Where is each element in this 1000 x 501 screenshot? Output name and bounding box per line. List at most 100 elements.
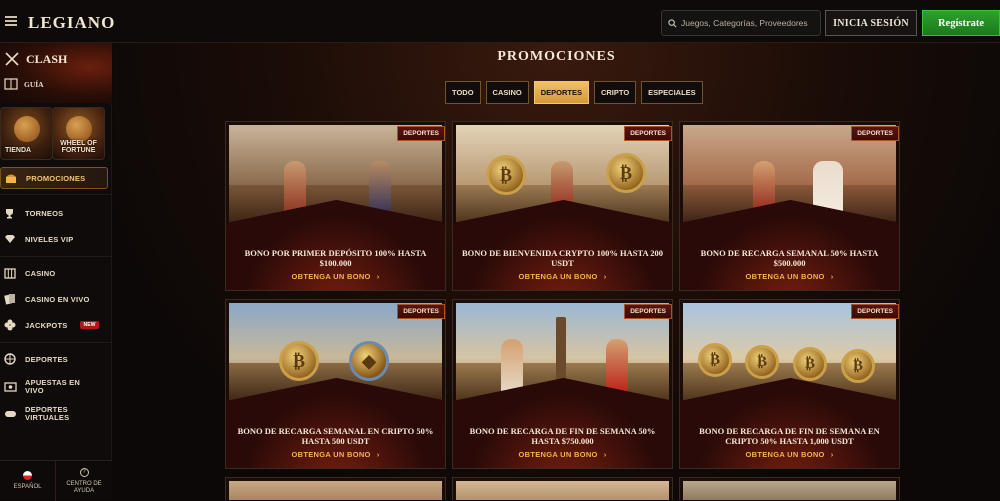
promo-card[interactable]: ₿ ◆ DEPORTES BONO DE RECARGA SEMANAL EN …	[225, 299, 446, 469]
search-box[interactable]	[661, 10, 821, 36]
sidebar-item-casino[interactable]: CASINO	[0, 262, 108, 284]
tab-especiales[interactable]: ESPECIALES	[641, 81, 703, 104]
tab-casino[interactable]: CASINO	[485, 81, 529, 104]
shop-tile-label: TIENDA	[5, 147, 32, 154]
live-bet-icon	[4, 380, 20, 394]
divider	[0, 256, 112, 257]
sidebar-item-label: CASINO	[25, 268, 56, 278]
wheel-of-fortune-tile[interactable]: WHEEL OF FORTUNE	[52, 107, 105, 160]
help-label: CENTRO DE AYUDA	[66, 480, 102, 494]
top-header: LEGIANO INICIA SESIÓN Regístrate	[0, 0, 1000, 43]
promo-title: BONO POR PRIMER DEPÓSITO 100% HASTA $100…	[244, 248, 427, 268]
wheel-tile-label: WHEEL OF FORTUNE	[60, 140, 97, 154]
guide-link[interactable]: GUÍA	[4, 78, 44, 90]
get-bonus-label: OBTENGA UN BONO	[518, 450, 598, 459]
clover-icon	[4, 318, 20, 332]
shop-basket-icon	[13, 116, 40, 142]
page-title: PROMOCIONES	[497, 49, 616, 64]
sidebar-item-label: CASINO EN VIVO	[25, 294, 90, 304]
trophy-icon	[4, 206, 20, 220]
sidebar-item-label: PROMOCIONES	[26, 173, 86, 183]
chevron-right-icon: ›	[603, 450, 607, 459]
filter-tabs: TODO CASINO DEPORTES CRIPTO ESPECIALES	[445, 81, 703, 104]
promo-card[interactable]: ₿ ₿ ₿ ₿ DEPORTES BONO DE RECARGA DE FIN …	[679, 299, 900, 469]
get-bonus-label: OBTENGA UN BONO	[745, 272, 825, 281]
category-badge: DEPORTES	[397, 304, 445, 319]
sidebar-item-label: JACKPOTS	[25, 320, 68, 330]
hamburger-menu-icon[interactable]	[5, 16, 17, 26]
promo-title: BONO DE RECARGA SEMANAL 50% HASTA $500.0…	[700, 248, 879, 268]
category-badge: DEPORTES	[851, 126, 899, 141]
sidebar-item-niveles-vip[interactable]: NIVELES VIP	[0, 228, 108, 250]
promo-card[interactable]: DEPORTES BONO DE RECARGA SEMANAL 50% HAS…	[679, 121, 900, 291]
promo-card[interactable]: ₿ ₿ DEPORTES BONO DE BIENVENIDA CRYPTO 1…	[452, 121, 673, 291]
chevron-right-icon: ›	[376, 272, 380, 281]
chile-flag-icon	[23, 471, 32, 480]
question-icon: ?	[79, 467, 89, 477]
slot-machine-icon	[4, 266, 20, 280]
promo-card[interactable]	[225, 477, 446, 500]
clash-title: CLASH	[26, 51, 68, 66]
promo-card[interactable]	[679, 477, 900, 500]
clash-link[interactable]: CLASH	[4, 51, 67, 67]
promo-card[interactable]: DEPORTES BONO DE RECARGA DE FIN DE SEMAN…	[452, 299, 673, 469]
new-badge: NEW	[80, 321, 99, 329]
sidebar-item-deportes[interactable]: DEPORTES	[0, 348, 108, 370]
language-label: ESPAÑOL	[13, 484, 42, 490]
promo-card[interactable]: DEPORTES BONO POR PRIMER DEPÓSITO 100% H…	[225, 121, 446, 291]
sidebar: CLASH GUÍA TIENDA WHEEL OF FORTUNE PROMO…	[0, 43, 112, 501]
tab-todo[interactable]: TODO	[445, 81, 481, 104]
chevron-right-icon: ›	[603, 272, 607, 281]
category-badge: DEPORTES	[397, 126, 445, 141]
ball-icon	[4, 352, 20, 366]
promo-image	[229, 481, 442, 500]
promo-card[interactable]	[452, 477, 673, 500]
category-badge: DEPORTES	[851, 304, 899, 319]
fortune-wheel-icon	[65, 116, 92, 142]
sidebar-item-casino-en-vivo[interactable]: CASINO EN VIVO	[0, 288, 108, 310]
search-input[interactable]	[681, 18, 816, 28]
guide-label: GUÍA	[24, 79, 44, 89]
sidebar-item-torneos[interactable]: TORNEOS	[0, 202, 108, 224]
sidebar-item-label: DEPORTES	[25, 354, 68, 364]
chevron-right-icon: ›	[376, 450, 380, 459]
feature-tiles: TIENDA WHEEL OF FORTUNE	[0, 107, 112, 160]
cards-icon	[4, 292, 20, 306]
promo-title: BONO DE RECARGA DE FIN DE SEMANA EN CRIP…	[699, 426, 880, 446]
main-content: PROMOCIONES TODO CASINO DEPORTES CRIPTO …	[113, 43, 1000, 500]
promo-title: BONO DE BIENVENIDA CRYPTO 100% HASTA 200…	[461, 248, 664, 268]
divider	[0, 194, 112, 195]
shop-tile[interactable]: TIENDA	[0, 107, 53, 160]
sidebar-item-label: DEPORTES VIRTUALES	[25, 405, 70, 422]
sidebar-item-apuestas-en-vivo[interactable]: APUESTAS EN VIVO	[0, 374, 108, 400]
clash-banner[interactable]: CLASH GUÍA	[0, 43, 112, 103]
sidebar-item-jackpots[interactable]: JACKPOTS NEW	[0, 314, 108, 336]
sidebar-item-label: NIVELES VIP	[25, 234, 74, 244]
get-bonus-label: OBTENGA UN BONO	[518, 272, 598, 281]
get-bonus-label: OBTENGA UN BONO	[291, 272, 371, 281]
get-bonus-link[interactable]: OBTENGA UN BONO ›	[226, 450, 445, 459]
gamepad-icon	[4, 407, 20, 421]
promo-image	[683, 481, 896, 500]
help-center-link[interactable]: ? CENTRO DE AYUDA	[56, 461, 112, 501]
get-bonus-link[interactable]: OBTENGA UN BONO ›	[680, 450, 899, 459]
sidebar-item-label: TORNEOS	[25, 208, 64, 218]
sidebar-footer: ESPAÑOL ? CENTRO DE AYUDA	[0, 460, 112, 501]
chevron-right-icon: ›	[830, 272, 834, 281]
get-bonus-link[interactable]: OBTENGA UN BONO ›	[453, 450, 672, 459]
language-selector[interactable]: ESPAÑOL	[0, 461, 56, 501]
login-button[interactable]: INICIA SESIÓN	[825, 10, 917, 36]
tab-cripto[interactable]: CRIPTO	[593, 81, 637, 104]
get-bonus-label: OBTENGA UN BONO	[291, 450, 371, 459]
sidebar-item-deportes-virtuales[interactable]: DEPORTES VIRTUALES	[0, 401, 108, 427]
get-bonus-link[interactable]: OBTENGA UN BONO ›	[453, 272, 672, 281]
sidebar-item-promociones[interactable]: PROMOCIONES	[0, 167, 108, 189]
promo-title: BONO DE RECARGA SEMANAL EN CRIPTO 50% HA…	[237, 426, 434, 446]
get-bonus-label: OBTENGA UN BONO	[745, 450, 825, 459]
site-logo[interactable]: LEGIANO	[28, 13, 115, 33]
register-button[interactable]: Regístrate	[922, 10, 1000, 36]
chevron-right-icon: ›	[830, 450, 834, 459]
get-bonus-link[interactable]: OBTENGA UN BONO ›	[680, 272, 899, 281]
get-bonus-link[interactable]: OBTENGA UN BONO ›	[226, 272, 445, 281]
tab-deportes[interactable]: DEPORTES	[533, 81, 589, 104]
